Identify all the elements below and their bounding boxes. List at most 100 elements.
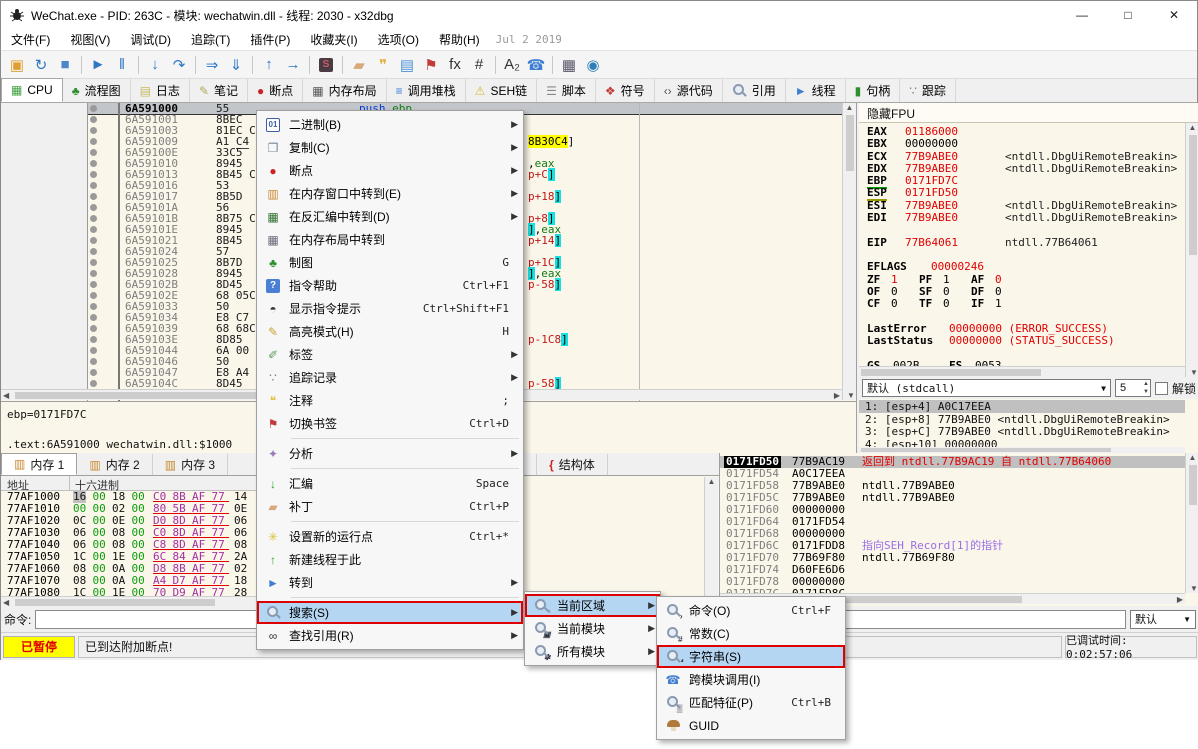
- menu-item[interactable]: ↑新建线程于此: [257, 548, 523, 571]
- stack-row[interactable]: 0171FD5C77B9ABE0ntdll.77B9ABE0: [720, 492, 1186, 504]
- register-row[interactable]: ZF1PF1AF0: [859, 273, 1185, 285]
- menu-item[interactable]: ◓显示指令提示Ctrl+Shift+F1: [257, 297, 523, 320]
- menubar-item[interactable]: 视图(V): [60, 29, 120, 51]
- register-row[interactable]: EDX77B9ABE0<ntdll.DbgUiRemoteBreakin>: [859, 162, 1185, 174]
- register-row[interactable]: EBP0171FD7C: [859, 174, 1185, 186]
- arg-count-spinner[interactable]: 5▲▼: [1115, 379, 1151, 397]
- modules-icon[interactable]: ☎: [524, 53, 548, 77]
- breakpoint-dot-icon[interactable]: [90, 105, 97, 112]
- labels-icon[interactable]: ▤: [395, 53, 419, 77]
- menu-item[interactable]: ▣当前模块▶: [525, 617, 660, 640]
- menu-item[interactable]: ✎高亮模式(H)H: [257, 320, 523, 343]
- calculator-icon[interactable]: ▦: [557, 53, 581, 77]
- breakpoint-dot-icon[interactable]: [90, 171, 97, 178]
- menu-item[interactable]: ❐复制(C)▶: [257, 136, 523, 159]
- register-row[interactable]: LastError00000000 (ERROR_SUCCESS): [859, 322, 1185, 334]
- tab-notes[interactable]: ✎笔记: [190, 79, 248, 102]
- bookmark-icon[interactable]: ⚑: [419, 53, 443, 77]
- run-to-user-code-icon[interactable]: ⇓: [224, 53, 248, 77]
- menu-item[interactable]: 01二进制(B)▶: [257, 113, 523, 136]
- tab-struct[interactable]: {结构体: [537, 454, 608, 475]
- unlock-checkbox[interactable]: [1155, 382, 1168, 395]
- register-row[interactable]: LastStatus00000000 (STATUS_SUCCESS): [859, 334, 1185, 346]
- breakpoint-dot-icon[interactable]: [90, 336, 97, 343]
- stack-row[interactable]: 0171FD7800000000: [720, 576, 1186, 588]
- menubar-item[interactable]: 文件(F): [1, 29, 60, 51]
- maximize-button[interactable]: □: [1105, 1, 1151, 29]
- menu-item[interactable]: ✦分析▶: [257, 442, 523, 465]
- breakpoint-dot-icon[interactable]: [90, 237, 97, 244]
- menubar-item[interactable]: 收藏夹(I): [300, 29, 367, 51]
- menubar-item[interactable]: 调试(D): [120, 29, 181, 51]
- scylla-icon[interactable]: S: [314, 53, 338, 77]
- breakpoint-dot-icon[interactable]: [90, 149, 97, 156]
- menu-item[interactable]: ?指令帮助Ctrl+F1: [257, 274, 523, 297]
- comment-icon[interactable]: ❞: [371, 53, 395, 77]
- menu-item[interactable]: ▒匹配特征(P)Ctrl+B: [657, 691, 845, 714]
- stack-arg-row[interactable]: 3: [esp+C] 77B9ABE0 <ntdll.DbgUiRemoteBr…: [859, 425, 1185, 438]
- menu-item[interactable]: ▦在内存布局中转到: [257, 228, 523, 251]
- pause-icon[interactable]: ‖: [110, 53, 134, 77]
- stack-arg-row[interactable]: 2: [esp+8] 77B9ABE0 <ntdll.DbgUiRemoteBr…: [859, 413, 1185, 426]
- menubar-item[interactable]: 帮助(H): [429, 29, 490, 51]
- stack-row[interactable]: 0171FD5077B9AC19返回到 ntdll.77B9AC19 自 ntd…: [720, 456, 1186, 468]
- minimize-button[interactable]: —: [1059, 1, 1105, 29]
- breakpoint-dot-icon[interactable]: [90, 138, 97, 145]
- step-into-icon[interactable]: ↓: [143, 53, 167, 77]
- menu-item[interactable]: ❛字符串(S): [657, 645, 845, 668]
- register-row[interactable]: [859, 309, 1185, 321]
- tab-trace[interactable]: ∵跟踪: [900, 79, 956, 102]
- tab-graph[interactable]: ♣流程图: [63, 79, 131, 102]
- tab-memory-3[interactable]: ▥内存 3: [153, 454, 228, 475]
- register-row[interactable]: EFLAGS00000246: [859, 260, 1185, 272]
- breakpoint-dot-icon[interactable]: [90, 369, 97, 376]
- tab-memmap[interactable]: ▦内存布局: [303, 79, 386, 102]
- register-row[interactable]: ECX77B9ABE0<ntdll.DbgUiRemoteBreakin>: [859, 150, 1185, 162]
- close-button[interactable]: ✕: [1151, 1, 1197, 29]
- menu-item[interactable]: ✱所有模块▶: [525, 640, 660, 663]
- tab-callstack[interactable]: ≡调用堆栈: [387, 79, 466, 102]
- breakpoint-dot-icon[interactable]: [90, 380, 97, 387]
- menu-item[interactable]: ♣制图G: [257, 251, 523, 274]
- command-combo[interactable]: 默认▼: [1130, 610, 1196, 629]
- fx-icon[interactable]: fx: [443, 53, 467, 77]
- stack-row[interactable]: 0171FD7077B69F80ntdll.77B69F80: [720, 552, 1186, 564]
- menu-item[interactable]: ✐标签▶: [257, 343, 523, 366]
- tab-seh[interactable]: ⚠SEH链: [466, 79, 537, 102]
- breakpoint-dot-icon[interactable]: [90, 182, 97, 189]
- breakpoint-dot-icon[interactable]: [90, 193, 97, 200]
- breakpoint-dot-icon[interactable]: [90, 270, 97, 277]
- breakpoint-dot-icon[interactable]: [90, 226, 97, 233]
- menu-item[interactable]: ►转到▶: [257, 571, 523, 594]
- step-out-icon[interactable]: ↑: [257, 53, 281, 77]
- stop-icon[interactable]: ■: [53, 53, 77, 77]
- az-icon[interactable]: A₂: [500, 53, 524, 77]
- breakpoint-dot-icon[interactable]: [90, 325, 97, 332]
- register-row[interactable]: OF0SF0DF0: [859, 285, 1185, 297]
- globe-icon[interactable]: ◉: [581, 53, 605, 77]
- hash-icon[interactable]: #: [467, 53, 491, 77]
- menu-item[interactable]: ▦在反汇编中转到(D)▶: [257, 205, 523, 228]
- tab-cpu[interactable]: ▦CPU: [1, 78, 63, 102]
- register-row[interactable]: [859, 223, 1185, 235]
- register-row[interactable]: [859, 346, 1185, 358]
- breakpoint-dot-icon[interactable]: [90, 160, 97, 167]
- register-row[interactable]: ESI77B9ABE0<ntdll.DbgUiRemoteBreakin>: [859, 199, 1185, 211]
- disasm-vscrollbar[interactable]: ▲▼: [842, 103, 856, 400]
- breakpoint-dot-icon[interactable]: [90, 204, 97, 211]
- tab-script[interactable]: ☰脚本: [537, 79, 596, 102]
- menu-item[interactable]: ⚑切换书签Ctrl+D: [257, 412, 523, 435]
- stack-row[interactable]: 0171FD640171FD54: [720, 516, 1186, 528]
- register-row[interactable]: EIP77B64061ntdll.77B64061: [859, 236, 1185, 248]
- breakpoint-dot-icon[interactable]: [90, 314, 97, 321]
- execute-till-return-icon[interactable]: ⇒: [200, 53, 224, 77]
- register-row[interactable]: CF0TF0IF1: [859, 297, 1185, 309]
- menubar-item[interactable]: 追踪(T): [181, 29, 240, 51]
- registers-vscrollbar[interactable]: ▲▼: [1185, 123, 1198, 377]
- tab-log[interactable]: ▤日志: [131, 79, 190, 102]
- breakpoint-dot-icon[interactable]: [90, 358, 97, 365]
- breakpoint-dot-icon[interactable]: [90, 347, 97, 354]
- attach-icon[interactable]: →: [281, 53, 305, 77]
- breakpoint-dot-icon[interactable]: [90, 259, 97, 266]
- tab-handles[interactable]: ▮句柄: [846, 79, 901, 102]
